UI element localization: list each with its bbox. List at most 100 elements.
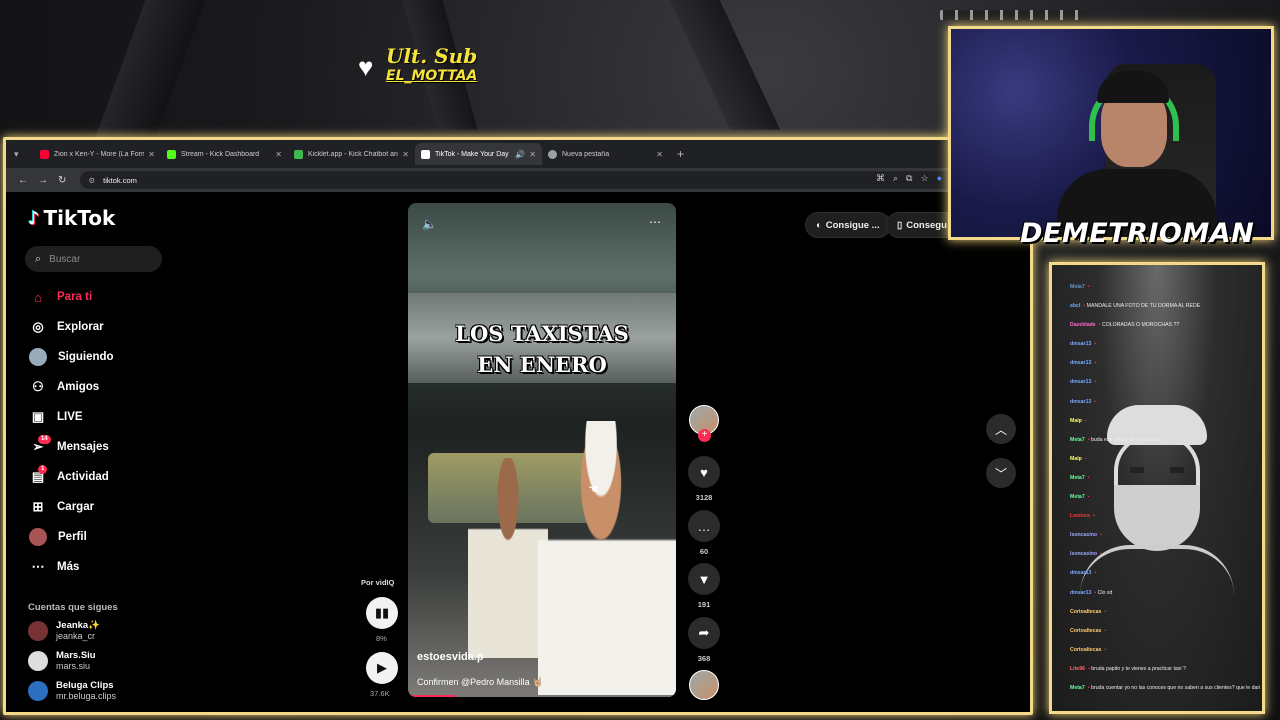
bookmark-star-icon[interactable]: ☆ — [920, 173, 928, 184]
chat-username[interactable]: dmsar13 — [1070, 570, 1091, 576]
open-in-app-icon[interactable]: ⧉ — [906, 173, 912, 184]
chat-username[interactable]: Cortoaltecas — [1070, 609, 1101, 615]
chat-message: Meta7 ▪ — [1070, 474, 1260, 493]
chat-message: Maip ▪ — [1070, 417, 1260, 436]
followed-account[interactable]: Jeanka✨ jeanka_cr — [28, 620, 100, 642]
get-coins-label: Consegui — [906, 219, 948, 231]
video-progress-bar[interactable] — [408, 695, 676, 697]
chat-message: Maip ▪ — [1070, 455, 1260, 474]
chrome-favicon-icon — [548, 149, 557, 159]
emote-icon: ▪ — [1100, 551, 1102, 558]
play-button[interactable]: ▶ — [366, 652, 398, 684]
chat-username[interactable]: Meta7 — [1070, 475, 1085, 481]
tiktok-logo[interactable]: ♪ TikTok — [28, 206, 115, 230]
sidebar-item-siguiendo[interactable]: Siguiendo — [28, 342, 114, 372]
sidebar-item-mas[interactable]: ⋯ Más — [28, 552, 114, 582]
share-action[interactable]: ➦ 368 — [687, 617, 721, 663]
chat-username[interactable]: Maip — [1070, 456, 1082, 462]
sidebar-item-label: Amigos — [57, 381, 100, 393]
chat-username[interactable]: Lwotera — [1070, 513, 1090, 519]
chat-username[interactable]: dmsar13 — [1070, 360, 1091, 366]
ceiling-beam — [94, 0, 206, 140]
close-tab-icon[interactable]: ✕ — [529, 150, 536, 159]
chat-username[interactable]: Cortoaltecas — [1070, 628, 1101, 634]
chat-username[interactable]: sbcl — [1070, 303, 1080, 309]
tab-kick-dashboard[interactable]: Stream - Kick Dashboard ✕ — [161, 143, 288, 165]
last-sub-badge: ♥ Ult. Sub EL_MOTTAA — [358, 42, 488, 88]
sidebar-item-actividad[interactable]: ▤ 1 Actividad — [28, 462, 114, 492]
emote-icon: ▪ — [1084, 417, 1087, 424]
follow-plus-icon[interactable]: + — [698, 429, 711, 442]
close-tab-icon[interactable]: ✕ — [656, 150, 663, 159]
next-video-button[interactable]: ﹀ — [986, 458, 1016, 488]
chat-username[interactable]: Maip — [1070, 418, 1082, 424]
close-tab-icon[interactable]: ✕ — [148, 150, 155, 159]
sidebar-item-cargar[interactable]: ⊞ Cargar — [28, 492, 114, 522]
chat-username[interactable]: Meta7 — [1070, 437, 1085, 443]
chat-username[interactable]: Dazeblade — [1070, 322, 1096, 328]
tab-new-tab[interactable]: Nueva pestaña ✕ — [542, 143, 669, 165]
tab-tiktok[interactable]: TikTok - Make Your Day 🔊 ✕ — [415, 143, 542, 165]
translate-icon[interactable]: ⌘ — [876, 173, 885, 184]
following-avatar-icon — [29, 348, 47, 366]
search-input[interactable]: ⌕ Buscar — [25, 246, 162, 272]
video-author[interactable]: estoesvida.p — [417, 651, 484, 663]
tab-search-dropdown-icon[interactable]: ▾ — [14, 149, 28, 160]
comment-action[interactable]: … 60 — [687, 510, 721, 556]
sidebar-item-explorar[interactable]: ◎ Explorar — [28, 312, 114, 342]
chat-message: dmsar13 ▪ — [1070, 378, 1260, 397]
get-coins-button[interactable]: ▯ Consegui — [886, 212, 948, 238]
chat-username[interactable]: dmsar13 — [1070, 379, 1091, 385]
more-options-icon[interactable]: ⋯ — [649, 215, 662, 229]
close-tab-icon[interactable]: ✕ — [402, 150, 409, 159]
bookmark-icon[interactable]: ▼ — [688, 563, 720, 595]
zoom-icon[interactable]: ⌕ — [893, 173, 898, 184]
friends-icon: ⚇ — [32, 379, 44, 394]
site-info-icon[interactable]: ⚙ — [88, 176, 95, 185]
volume-icon[interactable]: 🔈 — [422, 217, 437, 231]
chat-username[interactable]: dmsar13 — [1070, 590, 1091, 596]
sidebar-item-amigos[interactable]: ⚇ Amigos — [28, 372, 114, 402]
sound-disc-avatar[interactable] — [689, 670, 719, 700]
chat-username[interactable]: Cortoaltecas — [1070, 647, 1101, 653]
sidebar-item-mensajes[interactable]: ➢ 14 Mensajes — [28, 432, 114, 462]
video-frame-person — [468, 458, 548, 658]
video-overlay-text: LOS TAXISTAS — [455, 321, 629, 346]
extension-icon[interactable]: ● — [937, 173, 942, 184]
get-app-button[interactable]: ◐ Consigue ... — [805, 212, 891, 238]
followed-account[interactable]: Mars.Siu mars.siu — [28, 650, 96, 672]
comment-icon[interactable]: … — [688, 510, 720, 542]
chat-username[interactable]: lsoncasino — [1070, 551, 1097, 557]
share-count: 368 — [697, 654, 711, 663]
chat-username[interactable]: Meta7 — [1070, 685, 1085, 691]
forward-arrow-icon[interactable]: → — [38, 175, 48, 186]
save-action[interactable]: ▼ 191 — [687, 563, 721, 609]
chat-message-list: Meta7 ▪ sbcl ▪ MANDALE UNA FOTO DE TU DORM… — [1070, 283, 1260, 703]
chat-username[interactable]: Lite96 — [1070, 666, 1085, 672]
chat-username[interactable]: Meta7 — [1070, 494, 1085, 500]
chat-username[interactable]: dmsar13 — [1070, 399, 1091, 405]
url-field[interactable]: ⚙ tiktok.com — [80, 171, 1001, 189]
chat-username[interactable]: Meta7 — [1070, 284, 1085, 290]
close-tab-icon[interactable]: ✕ — [275, 150, 282, 159]
tab-audio-icon[interactable]: 🔊 — [515, 150, 525, 159]
new-tab-plus-icon[interactable]: + — [677, 147, 684, 161]
avatar — [28, 621, 48, 641]
like-action[interactable]: ♥ 3128 — [687, 456, 721, 502]
vidiq-stats-button[interactable]: ▮▮ — [366, 597, 398, 629]
sidebar-item-para-ti[interactable]: ⌂ Para ti — [28, 282, 114, 312]
back-arrow-icon[interactable]: ← — [18, 175, 28, 186]
tab-zion-ken-y[interactable]: Zion x Ken-Y - More (La Formu ✕ — [34, 143, 161, 165]
heart-icon[interactable]: ♥ — [688, 456, 720, 488]
tab-kicklet[interactable]: Kicklet.app - Kick Chatbot and ✕ — [288, 143, 415, 165]
sidebar-item-live[interactable]: ▣ LIVE — [28, 402, 114, 432]
chat-username[interactable]: dmsar13 — [1070, 341, 1091, 347]
reload-icon[interactable]: ↻ — [58, 175, 66, 186]
chat-username[interactable]: lsoncasino — [1070, 532, 1097, 538]
previous-video-button[interactable]: ︿ — [986, 414, 1016, 444]
followed-account[interactable]: Beluga Clips mr.beluga.clips — [28, 680, 116, 702]
account-handle: jeanka_cr — [56, 631, 96, 641]
video-player[interactable]: 🔈 ⋯ LOS TAXISTAS EN ENERO estoesvida.p C… — [408, 203, 676, 697]
sidebar-item-perfil[interactable]: Perfil — [28, 522, 114, 552]
share-arrow-icon[interactable]: ➦ — [688, 617, 720, 649]
